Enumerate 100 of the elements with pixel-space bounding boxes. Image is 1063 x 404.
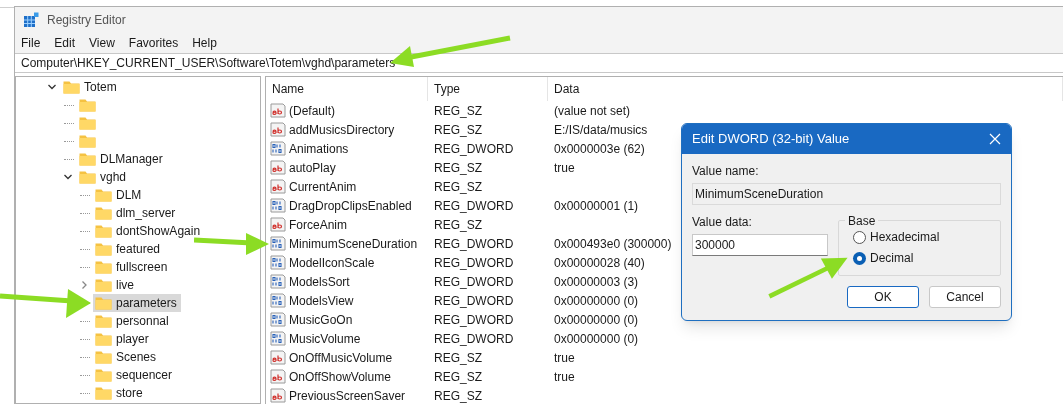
- table-cell: 0x00000000 (0): [554, 312, 639, 327]
- table-cell: REG_SZ: [434, 369, 482, 384]
- string-value-icon: [270, 350, 286, 365]
- tree-item[interactable]: store: [93, 384, 147, 402]
- table-cell: REG_SZ: [434, 103, 482, 118]
- string-value-icon: [270, 179, 286, 194]
- table-cell: REG_DWORD: [434, 312, 514, 327]
- table-cell-text: ModelsSort: [289, 273, 350, 291]
- folder-icon: [79, 170, 96, 184]
- table-cell: REG_SZ: [434, 217, 482, 232]
- folder-icon: [79, 152, 96, 166]
- expanded-chevron-icon[interactable]: [47, 82, 57, 92]
- folder-icon: [95, 206, 112, 220]
- tree-item[interactable]: vghd: [77, 168, 131, 186]
- table-cell-text: MusicGoOn: [289, 311, 353, 329]
- menu-item[interactable]: Edit: [54, 34, 76, 52]
- column-header[interactable]: Name: [266, 77, 428, 101]
- window-title: Registry Editor: [47, 12, 126, 29]
- table-cell: 0x000493e0 (300000): [554, 236, 672, 251]
- folder-icon: [95, 188, 112, 202]
- tree-item[interactable]: player: [93, 330, 153, 348]
- tree-item[interactable]: DLManager: [77, 150, 167, 168]
- table-cell-text: PreviousScreenSaver: [289, 387, 406, 404]
- table-cell: true: [554, 369, 575, 384]
- folder-icon: [79, 116, 96, 130]
- radio-button[interactable]: Hexadecimal: [853, 228, 940, 246]
- tree-item[interactable]: personnal: [93, 312, 173, 330]
- table-cell-text: (Default): [289, 102, 335, 120]
- folder-icon: [63, 80, 80, 94]
- binary-value-icon: [270, 293, 286, 308]
- table-cell-text: OnOffShowVolume: [289, 368, 391, 386]
- tree-item[interactable]: featured: [93, 240, 165, 258]
- value-data-field[interactable]: 300000: [692, 234, 828, 256]
- tree-item[interactable]: Scenes: [93, 348, 161, 366]
- folder-icon: [95, 368, 112, 382]
- folder-icon: [95, 242, 112, 256]
- tree-item[interactable]: live: [93, 276, 138, 294]
- table-cell-text: OnOffMusicVolume: [289, 349, 393, 367]
- table-cell: 0x00000003 (3): [554, 274, 639, 289]
- table-cell-text: addMusicsDirectory: [289, 121, 395, 139]
- table-cell: REG_DWORD: [434, 274, 514, 289]
- menu-item[interactable]: File: [21, 34, 41, 52]
- table-cell-text: ModelIconScale: [289, 254, 375, 272]
- dialog-title: Edit DWORD (32-bit) Value: [692, 130, 850, 149]
- menu-item[interactable]: Favorites: [128, 34, 179, 52]
- string-value-icon: [270, 217, 286, 232]
- folder-icon: [95, 314, 112, 328]
- table-cell: REG_SZ: [434, 179, 482, 194]
- table-cell: REG_DWORD: [434, 255, 514, 270]
- tree-item[interactable]: parameters: [93, 294, 181, 312]
- tree-item[interactable]: sequencer: [93, 366, 177, 384]
- string-value-icon: [270, 122, 286, 137]
- tree-item[interactable]: Totem: [61, 78, 121, 96]
- binary-value-icon: [270, 198, 286, 213]
- value-name-field[interactable]: MinimumSceneDuration: [692, 183, 1001, 205]
- tree-item[interactable]: dontShowAgain: [93, 222, 205, 240]
- folder-icon: [95, 296, 112, 310]
- menu-item[interactable]: Help: [192, 34, 217, 52]
- table-cell-text: DragDropClipsEnabled: [289, 197, 412, 215]
- binary-value-icon: [270, 236, 286, 251]
- tree-item[interactable]: DLM: [93, 186, 146, 204]
- table-cell: REG_DWORD: [434, 198, 514, 213]
- ok-button[interactable]: OK: [847, 286, 919, 308]
- table-cell: true: [554, 350, 575, 365]
- folder-icon: [95, 332, 112, 346]
- cancel-button[interactable]: Cancel: [929, 286, 1001, 308]
- table-cell-text: Animations: [289, 140, 349, 158]
- table-cell: REG_DWORD: [434, 141, 514, 156]
- table-cell: 0x0000003e (62): [554, 141, 645, 156]
- table-cell: E:/IS/data/musics: [554, 122, 648, 137]
- tree-item[interactable]: dlm_server: [93, 204, 180, 222]
- table-cell: REG_SZ: [434, 388, 482, 403]
- table-cell: REG_DWORD: [434, 236, 514, 251]
- field-label: Value name:: [692, 163, 760, 180]
- column-header[interactable]: Type: [428, 77, 548, 101]
- table-cell-text: CurrentAnim: [289, 178, 357, 196]
- folder-icon: [95, 350, 112, 364]
- table-cell: 0x00000028 (40): [554, 255, 645, 270]
- table-cell-text: autoPlay: [289, 159, 336, 177]
- close-icon[interactable]: [989, 133, 1001, 145]
- folder-icon: [79, 98, 96, 112]
- string-value-icon: [270, 103, 286, 118]
- table-cell-text: ForceAnim: [289, 216, 347, 234]
- table-cell-text: MusicVolume: [289, 330, 361, 348]
- radio-button[interactable]: Decimal: [853, 249, 914, 267]
- table-cell: REG_SZ: [434, 350, 482, 365]
- folder-icon: [95, 386, 112, 400]
- address-bar[interactable]: Computer\HKEY_CURRENT_USER\Software\Totem\vghd\parameters: [15, 53, 1063, 73]
- column-header[interactable]: Data: [548, 77, 1063, 101]
- binary-value-icon: [270, 312, 286, 327]
- menu-item[interactable]: View: [89, 34, 115, 52]
- table-cell: 0x00000000 (0): [554, 293, 639, 308]
- binary-value-icon: [270, 274, 286, 289]
- table-cell-text: ModelsView: [289, 292, 354, 310]
- collapsed-chevron-icon[interactable]: [79, 280, 89, 290]
- table-cell: REG_SZ: [434, 160, 482, 175]
- tree-item[interactable]: fullscreen: [93, 258, 172, 276]
- expanded-chevron-icon[interactable]: [63, 172, 73, 182]
- binary-value-icon: [270, 331, 286, 346]
- table-cell: 0x00000000 (0): [554, 331, 639, 346]
